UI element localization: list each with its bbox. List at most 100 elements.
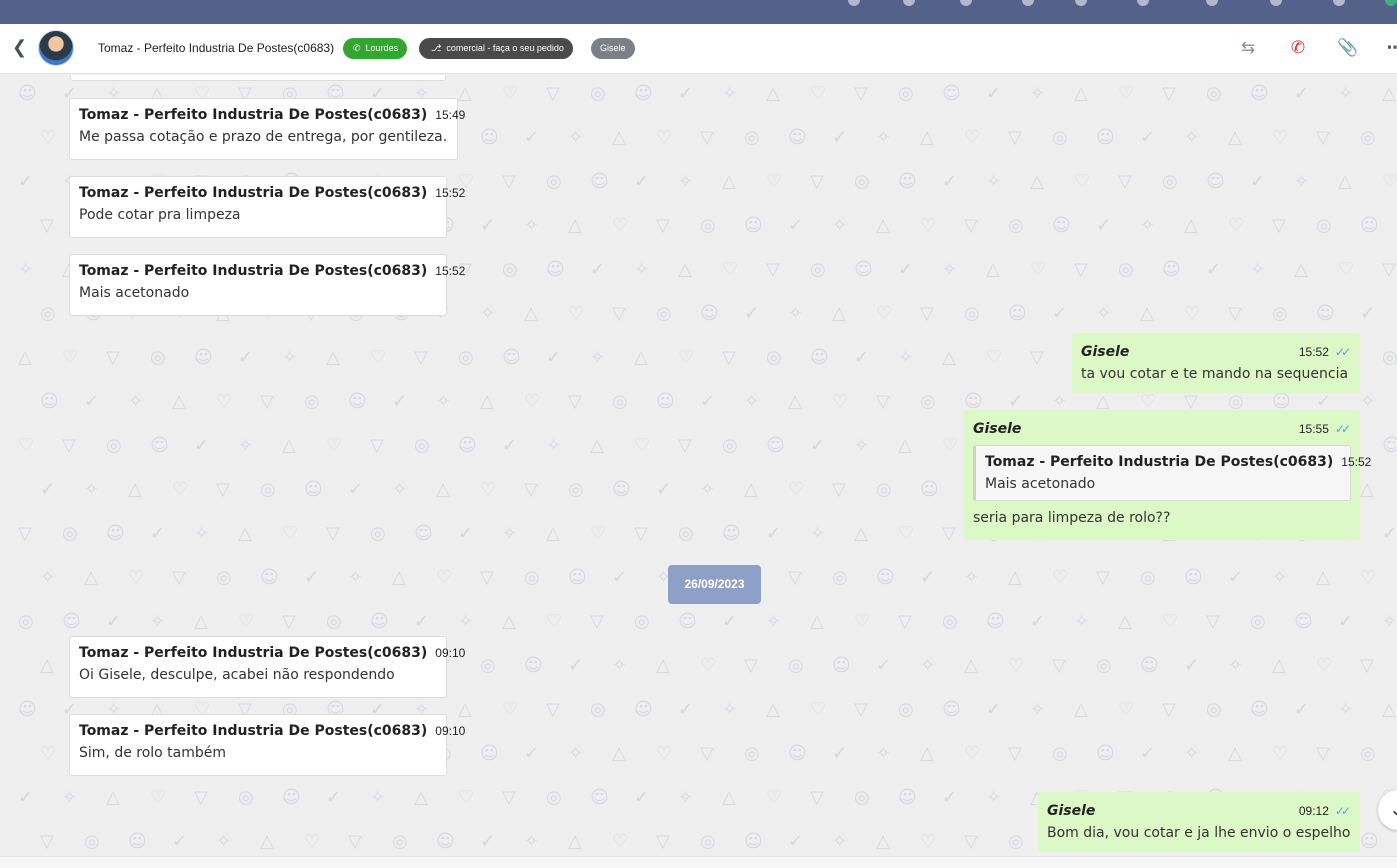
toolbar-icon[interactable] xyxy=(1022,0,1034,6)
pattern-icon: ✓ xyxy=(634,171,650,192)
pattern-icon: ♡ xyxy=(854,611,871,632)
message-bubble[interactable]: Gisele 09:12 ✓✓ Bom dia, vou cotar e ja lh… xyxy=(1038,792,1360,852)
pattern-icon: △ xyxy=(84,567,98,588)
toolbar-icon[interactable] xyxy=(1075,0,1087,6)
message-time: 15:49 xyxy=(435,108,466,122)
pattern-icon: ☺ xyxy=(1096,743,1115,764)
pattern-icon: ▽ xyxy=(766,259,780,280)
toolbar-icon[interactable] xyxy=(903,0,915,6)
back-arrow-icon[interactable]: ❮ xyxy=(12,38,30,58)
pattern-icon: △ xyxy=(458,699,472,720)
pattern-icon: ♡ xyxy=(62,347,79,368)
message-sender: Gisele xyxy=(1081,344,1130,360)
message-sender: Tomaz - Perfeito Industria De Postes(c06… xyxy=(79,107,428,123)
message-time: 15:55 xyxy=(1298,422,1329,436)
pattern-icon: ▽ xyxy=(282,611,296,632)
tag-connection[interactable]: ✆ Lourdes xyxy=(343,38,408,59)
pattern-icon: △ xyxy=(458,83,472,104)
pattern-icon: ✓ xyxy=(612,567,628,588)
pattern-icon: ✓ xyxy=(634,787,650,808)
pattern-icon: ✓ xyxy=(766,523,782,544)
pattern-icon: ☺ xyxy=(1162,259,1181,280)
pattern-icon: ✓ xyxy=(1030,611,1046,632)
message-bubble[interactable]: Tomaz - Perfeito Industria De Postes(c06… xyxy=(69,176,465,238)
pattern-icon: ◎ xyxy=(1096,655,1112,676)
message-bubble[interactable]: Gisele 15:55 ✓✓ Tomaz - Perfeito Industria… xyxy=(964,410,1371,540)
attach-icon[interactable]: 📎 xyxy=(1337,37,1359,59)
pattern-icon: ☺ xyxy=(1184,567,1203,588)
pattern-icon: ▽ xyxy=(1316,743,1330,764)
pattern-icon: ♡ xyxy=(326,435,343,456)
pattern-icon: ◎ xyxy=(744,743,760,764)
pattern-icon: ◎ xyxy=(106,435,122,456)
pattern-icon: ◎ xyxy=(84,831,100,852)
toolbar-icon[interactable] xyxy=(960,0,972,6)
toolbar-icon[interactable] xyxy=(848,0,860,6)
pattern-icon: △ xyxy=(568,215,582,236)
pattern-icon: ✧ xyxy=(568,743,584,764)
pattern-icon: ✧ xyxy=(238,435,254,456)
pattern-icon: ✓ xyxy=(1008,391,1024,412)
pattern-icon: ▽ xyxy=(964,831,978,852)
end-call-icon[interactable]: ✆ xyxy=(1287,37,1309,59)
pattern-icon: ☺ xyxy=(612,479,631,500)
message-sender: Tomaz - Perfeito Industria De Postes(c06… xyxy=(79,185,428,201)
pattern-icon: ☺ xyxy=(304,479,323,500)
scroll-down-icon[interactable]: ⌄ xyxy=(1378,790,1397,830)
message-time: 09:10 xyxy=(435,724,466,738)
pattern-icon: ☺ xyxy=(788,743,807,764)
pattern-icon: △ xyxy=(722,171,736,192)
pattern-icon: △ xyxy=(876,215,890,236)
pattern-icon: ✓ xyxy=(942,787,958,808)
toolbar-icon[interactable] xyxy=(1137,0,1149,6)
pattern-icon: ☺ xyxy=(414,523,433,544)
pattern-icon: ♡ xyxy=(304,831,321,852)
message-bubble[interactable]: Tomaz - Perfeito Industria De Postes(c06… xyxy=(69,254,465,316)
toolbar-icon[interactable] xyxy=(1270,0,1282,6)
message-text: Me passa cotação e prazo de entrega, por… xyxy=(79,129,448,145)
message-bubble[interactable]: Tomaz - Perfeito Industria De Postes(c06… xyxy=(69,98,465,160)
chat-area[interactable]: ☺ ✓ ✧ △ ♡ ▽ ◎ ☺ ✓ ✧ △ ♡ ▽ ◎ ☺ ✓ ✧ △ ♡ ▽ ◎ ☺ ✓ ✧ △ ♡ ▽ ◎ ☺ ✓ ✧ △ ♡ ▽ ◎ ☺ ✓ ✧ △ ♡… xyxy=(0,75,1397,856)
message-bubble[interactable]: Gisele 15:52 ✓✓ ta vou cotar e te mando na… xyxy=(1072,333,1360,393)
pattern-icon: ☺ xyxy=(942,699,961,720)
pattern-icon: ✓ xyxy=(876,655,892,676)
pattern-icon: ☺ xyxy=(1272,391,1291,412)
pattern-icon: ◎ xyxy=(1316,215,1332,236)
message-bubble[interactable]: Tomaz - Perfeito Industria De Postes(c06… xyxy=(69,714,465,776)
pattern-icon: ☺ xyxy=(40,391,59,412)
pattern-icon: ✧ xyxy=(546,435,562,456)
toolbar-icon[interactable] xyxy=(1206,0,1218,6)
contact-name[interactable]: Tomaz - Perfeito Industria De Postes(c06… xyxy=(98,41,334,55)
toolbar-icon[interactable] xyxy=(1333,0,1345,6)
message-text: Sim, de rolo também xyxy=(79,745,227,761)
transfer-icon[interactable]: ⇆ xyxy=(1237,37,1259,59)
pattern-icon: ☺ xyxy=(480,127,499,148)
pattern-icon: ◎ xyxy=(1162,171,1178,192)
pattern-icon: ◎ xyxy=(744,127,760,148)
pattern-icon: ✧ xyxy=(348,567,364,588)
pattern-icon: ✓ xyxy=(40,479,56,500)
pattern-icon: ▽ xyxy=(1074,259,1088,280)
composer-edge xyxy=(0,856,1397,868)
avatar[interactable] xyxy=(38,30,74,66)
more-icon[interactable]: ⋯ xyxy=(1384,37,1397,59)
pattern-icon: ◎ xyxy=(1360,743,1376,764)
pattern-icon: ▽ xyxy=(898,611,912,632)
pattern-icon: ✓ xyxy=(788,831,804,852)
tag-agent[interactable]: Gisele xyxy=(591,38,635,59)
pattern-icon: ✧ xyxy=(1030,699,1046,720)
pattern-icon: ▽ xyxy=(62,435,76,456)
pattern-icon: ☺ xyxy=(1360,831,1379,852)
pattern-icon: ♡ xyxy=(1140,391,1157,412)
pattern-icon: ♡ xyxy=(1360,567,1377,588)
pattern-icon: ✧ xyxy=(194,523,210,544)
message-bubble[interactable]: Tomaz - Perfeito Industria De Postes(c06… xyxy=(69,636,465,698)
quoted-message[interactable]: Tomaz - Perfeito Industria De Postes(c06… xyxy=(973,445,1371,501)
pattern-icon: ✓ xyxy=(986,699,1002,720)
pattern-icon: ◎ xyxy=(1272,303,1288,324)
tag-queue[interactable]: ⎇ comercial - faça o seu pedido xyxy=(419,38,573,59)
pattern-icon: ✧ xyxy=(1096,303,1112,324)
pattern-icon: ☺ xyxy=(722,523,741,544)
pattern-icon: ✓ xyxy=(854,347,870,368)
pattern-icon: ✓ xyxy=(458,523,474,544)
